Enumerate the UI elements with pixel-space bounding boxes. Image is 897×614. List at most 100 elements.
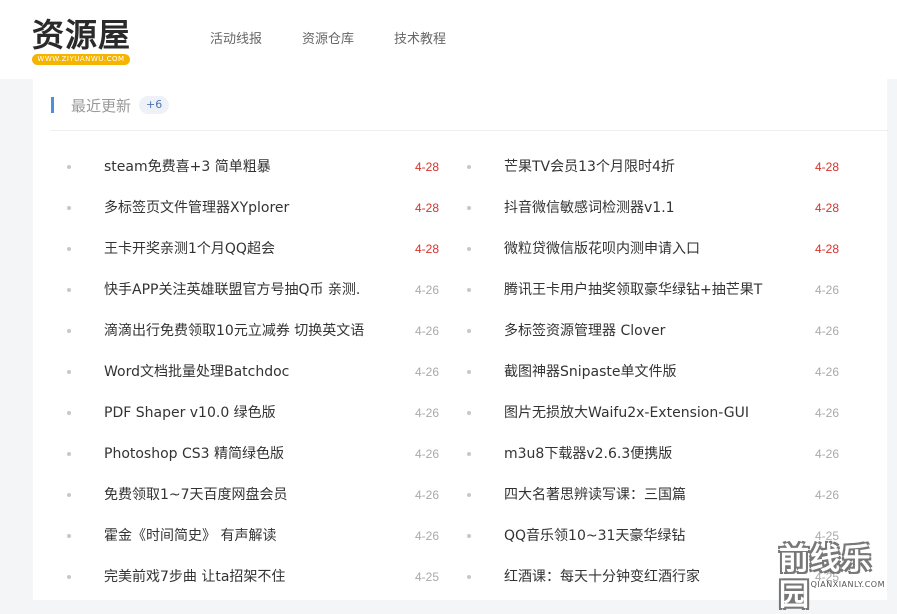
post-date: 4-28 xyxy=(414,242,439,256)
bullet-dot-icon xyxy=(467,329,471,333)
post-title-link[interactable]: 滴滴出行免费领取10元立减券 切换英文语 xyxy=(104,321,386,341)
site-logo[interactable]: 资源屋 WWW.ZIYUANWU.COM xyxy=(32,16,132,66)
bullet-dot-icon xyxy=(467,165,471,169)
post-date: 4-28 xyxy=(814,160,839,174)
bullet-dot-icon xyxy=(67,452,71,456)
post-date: 4-26 xyxy=(414,324,439,338)
post-date: 4-28 xyxy=(414,160,439,174)
section-title: 最近更新 xyxy=(71,96,132,115)
post-title-link[interactable]: Photoshop CS3 精简绿色版 xyxy=(104,444,386,464)
list-item[interactable]: 芒果TV会员13个月限时4折 4-28 xyxy=(467,147,839,188)
section-accent-bar xyxy=(51,97,54,113)
list-item[interactable]: 快手APP关注英雄联盟官方号抽Q币 亲测. 4-26 xyxy=(67,270,439,311)
post-date: 4-28 xyxy=(414,201,439,215)
section-header: 最近更新 +6 xyxy=(51,95,170,115)
post-date: 4-26 xyxy=(814,324,839,338)
bullet-dot-icon xyxy=(67,370,71,374)
post-title-link[interactable]: steam免费喜+3 简单粗暴 xyxy=(104,157,386,177)
post-title-link[interactable]: 多标签资源管理器 Clover xyxy=(504,321,786,341)
post-date: 4-28 xyxy=(814,242,839,256)
list-item[interactable]: 红酒课：每天十分钟变红酒行家 4-25 xyxy=(467,557,839,598)
bullet-dot-icon xyxy=(67,288,71,292)
bullet-dot-icon xyxy=(67,165,71,169)
list-item[interactable]: 多标签资源管理器 Clover 4-26 xyxy=(467,311,839,352)
post-title-link[interactable]: 完美前戏7步曲 让ta招架不住 xyxy=(104,567,386,587)
post-date: 4-25 xyxy=(814,529,839,543)
post-title-link[interactable]: QQ音乐领10~31天豪华绿钻 xyxy=(504,526,786,546)
post-date: 4-26 xyxy=(814,406,839,420)
bullet-dot-icon xyxy=(467,575,471,579)
post-date: 4-26 xyxy=(814,488,839,502)
post-title-link[interactable]: 王卡开奖亲测1个月QQ超会 xyxy=(104,239,386,259)
post-title-link[interactable]: m3u8下载器v2.6.3便携版 xyxy=(504,444,786,464)
post-title-link[interactable]: PDF Shaper v10.0 绿色版 xyxy=(104,403,386,423)
bullet-dot-icon xyxy=(67,534,71,538)
list-item[interactable]: steam免费喜+3 简单粗暴 4-28 xyxy=(67,147,439,188)
bullet-dot-icon xyxy=(67,206,71,210)
post-date: 4-25 xyxy=(814,570,839,584)
post-title-link[interactable]: 腾讯王卡用户抽奖领取豪华绿钻+抽芒果T xyxy=(504,280,786,300)
bullet-dot-icon xyxy=(467,288,471,292)
post-title-link[interactable]: 四大名著思辨读写课：三国篇 xyxy=(504,485,786,505)
post-list-right: 芒果TV会员13个月限时4折 4-28 抖音微信敏感词检测器v1.1 4-28 微粒贷微… xyxy=(467,147,839,598)
list-item[interactable]: 免费领取1~7天百度网盘会员 4-26 xyxy=(67,475,439,516)
bullet-dot-icon xyxy=(467,534,471,538)
post-date: 4-28 xyxy=(814,201,839,215)
list-item[interactable]: 四大名著思辨读写课：三国篇 4-26 xyxy=(467,475,839,516)
list-item[interactable]: m3u8下载器v2.6.3便携版 4-26 xyxy=(467,434,839,475)
main-nav: 活动线报 资源仓库 技术教程 xyxy=(210,31,486,49)
post-title-link[interactable]: 免费领取1~7天百度网盘会员 xyxy=(104,485,386,505)
list-item[interactable]: 截图神器Snipaste单文件版 4-26 xyxy=(467,352,839,393)
post-title-link[interactable]: 快手APP关注英雄联盟官方号抽Q币 亲测. xyxy=(104,280,386,300)
logo-domain: WWW.ZIYUANWU.COM xyxy=(32,54,130,65)
list-item[interactable]: 滴滴出行免费领取10元立减券 切换英文语 4-26 xyxy=(67,311,439,352)
post-list-left: steam免费喜+3 简单粗暴 4-28 多标签页文件管理器XYplorer 4-28… xyxy=(67,147,439,598)
nav-item-deals[interactable]: 活动线报 xyxy=(210,31,262,49)
post-title-link[interactable]: 多标签页文件管理器XYplorer xyxy=(104,198,386,218)
logo-text: 资源屋 xyxy=(32,16,132,54)
bullet-dot-icon xyxy=(467,493,471,497)
nav-item-resources[interactable]: 资源仓库 xyxy=(302,31,354,49)
list-item[interactable]: QQ音乐领10~31天豪华绿钻 4-25 xyxy=(467,516,839,557)
post-date: 4-26 xyxy=(414,283,439,297)
bullet-dot-icon xyxy=(467,206,471,210)
post-title-link[interactable]: 截图神器Snipaste单文件版 xyxy=(504,362,786,382)
bullet-dot-icon xyxy=(67,411,71,415)
bullet-dot-icon xyxy=(467,411,471,415)
post-date: 4-26 xyxy=(414,488,439,502)
nav-item-tutorials[interactable]: 技术教程 xyxy=(394,31,446,49)
post-date: 4-26 xyxy=(414,406,439,420)
post-date: 4-26 xyxy=(814,447,839,461)
list-item[interactable]: Photoshop CS3 精简绿色版 4-26 xyxy=(67,434,439,475)
list-item[interactable]: PDF Shaper v10.0 绿色版 4-26 xyxy=(67,393,439,434)
post-date: 4-26 xyxy=(414,447,439,461)
bullet-dot-icon xyxy=(467,370,471,374)
post-title-link[interactable]: Word文档批量处理Batchdoc xyxy=(104,362,386,382)
bullet-dot-icon xyxy=(467,452,471,456)
list-item[interactable]: 王卡开奖亲测1个月QQ超会 4-28 xyxy=(67,229,439,270)
post-title-link[interactable]: 图片无损放大Waifu2x-Extension-GUI xyxy=(504,403,786,423)
post-title-link[interactable]: 红酒课：每天十分钟变红酒行家 xyxy=(504,567,786,587)
post-title-link[interactable]: 霍金《时间简史》 有声解读 xyxy=(104,526,386,546)
post-title-link[interactable]: 微粒贷微信版花呗内测申请入口 xyxy=(504,239,786,259)
list-item[interactable]: 抖音微信敏感词检测器v1.1 4-28 xyxy=(467,188,839,229)
list-item[interactable]: 微粒贷微信版花呗内测申请入口 4-28 xyxy=(467,229,839,270)
post-date: 4-26 xyxy=(414,529,439,543)
header-bar: 资源屋 WWW.ZIYUANWU.COM 活动线报 资源仓库 技术教程 xyxy=(0,0,897,79)
bullet-dot-icon xyxy=(67,493,71,497)
list-item[interactable]: 完美前戏7步曲 让ta招架不住 4-25 xyxy=(67,557,439,598)
bullet-dot-icon xyxy=(67,575,71,579)
list-item[interactable]: 霍金《时间简史》 有声解读 4-26 xyxy=(67,516,439,557)
list-item[interactable]: 多标签页文件管理器XYplorer 4-28 xyxy=(67,188,439,229)
list-item[interactable]: 图片无损放大Waifu2x-Extension-GUI 4-26 xyxy=(467,393,839,434)
list-item[interactable]: Word文档批量处理Batchdoc 4-26 xyxy=(67,352,439,393)
update-count-badge: +6 xyxy=(139,96,170,114)
post-date: 4-26 xyxy=(414,365,439,379)
bullet-dot-icon xyxy=(67,329,71,333)
post-title-link[interactable]: 芒果TV会员13个月限时4折 xyxy=(504,157,786,177)
list-item[interactable]: 腾讯王卡用户抽奖领取豪华绿钻+抽芒果T 4-26 xyxy=(467,270,839,311)
post-date: 4-26 xyxy=(814,365,839,379)
post-title-link[interactable]: 抖音微信敏感词检测器v1.1 xyxy=(504,198,786,218)
section-divider xyxy=(51,130,889,131)
recent-updates-card: 最近更新 +6 steam免费喜+3 简单粗暴 4-28 多标签页文件管理器XYpl… xyxy=(33,79,889,600)
